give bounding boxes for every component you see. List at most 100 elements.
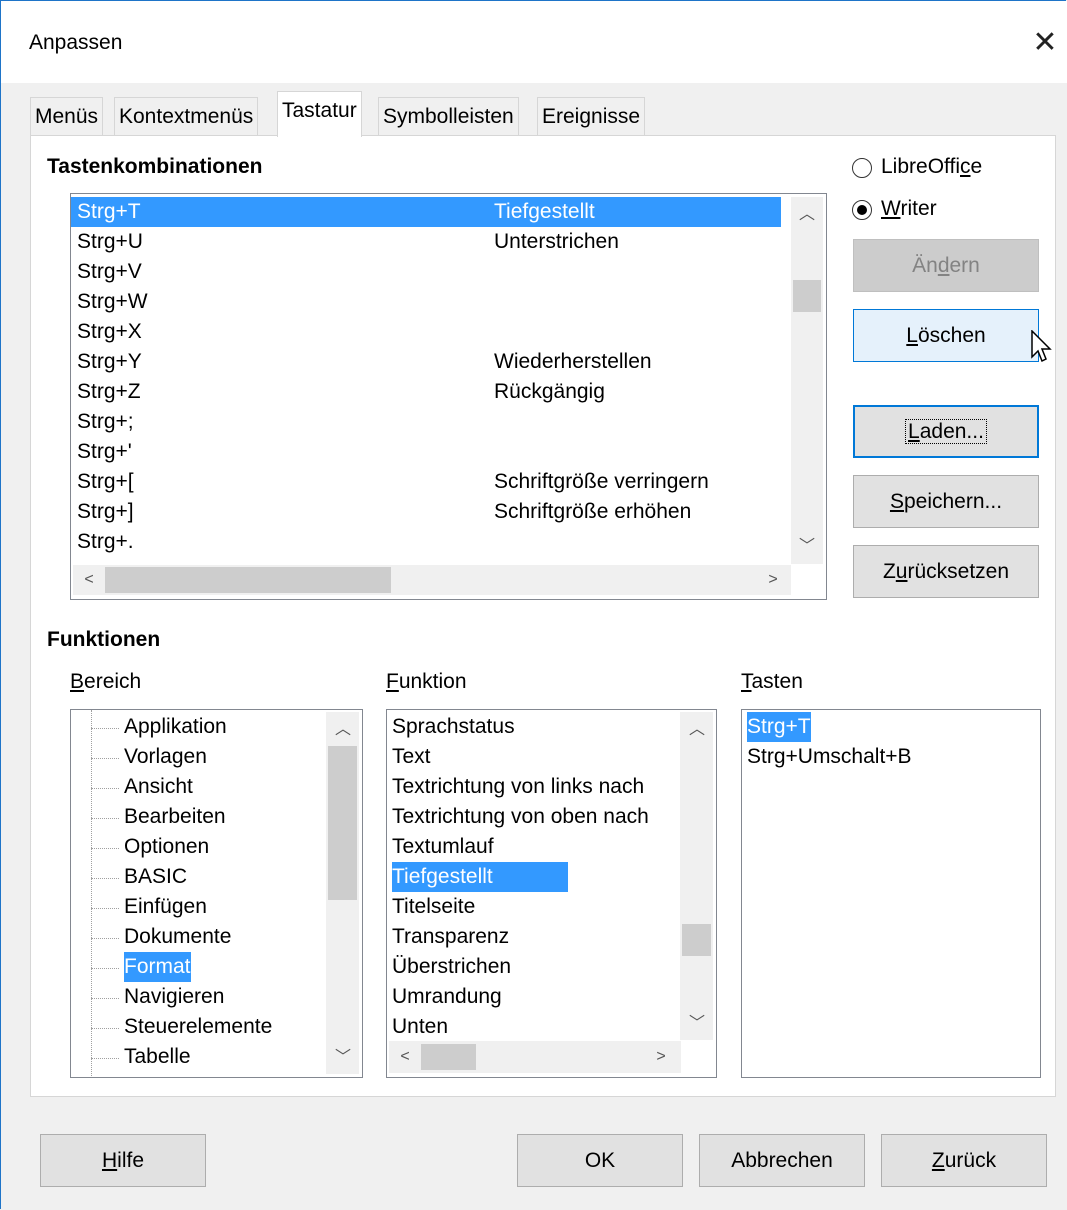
funktion-item[interactable]: Umrandung	[392, 982, 502, 1012]
funktion-item[interactable]: Unten	[392, 1012, 448, 1042]
funktion-item[interactable]: Titelseite	[392, 892, 475, 922]
shortcut-hscroll-thumb[interactable]	[105, 567, 391, 593]
abbrechen-button[interactable]: Abbrechen	[699, 1134, 865, 1187]
shortcut-row-selected[interactable]	[71, 197, 781, 227]
chevron-up-icon[interactable]: ︿	[333, 720, 353, 740]
radio-writer-label[interactable]: Writer	[881, 197, 937, 221]
mouse-cursor-icon	[1031, 330, 1052, 363]
tree-connector	[91, 788, 119, 789]
funktion-item[interactable]: Sprachstatus	[392, 712, 515, 742]
laden-button[interactable]: Laden...	[853, 405, 1039, 458]
bereich-item[interactable]: Optionen	[124, 832, 209, 862]
tasten-item[interactable]: Strg+Umschalt+B	[747, 742, 912, 772]
bereich-item[interactable]: Vorlagen	[124, 742, 207, 772]
shortcut-key[interactable]: Strg+'	[77, 437, 132, 467]
shortcut-function[interactable]: Rückgängig	[494, 377, 605, 407]
funktion-item[interactable]: Transparenz	[392, 922, 509, 952]
radio-writer[interactable]	[852, 200, 872, 220]
shortcut-function[interactable]: Wiederherstellen	[494, 347, 652, 377]
shortcut-function[interactable]: Schriftgröße erhöhen	[494, 497, 691, 527]
shortcut-key[interactable]: Strg+.	[77, 527, 134, 557]
tab-menues[interactable]: Menüs	[30, 97, 104, 136]
chevron-down-icon[interactable]: ﹀	[333, 1048, 353, 1068]
funktion-label: Funktion	[386, 670, 467, 693]
close-icon[interactable]: ✕	[1029, 25, 1061, 61]
tab-kontextmenues[interactable]: Kontextmenüs	[114, 97, 259, 136]
funktion-item[interactable]: Textumlauf	[392, 832, 494, 862]
chevron-left-icon[interactable]: <	[395, 1047, 415, 1067]
zuruecksetzen-button[interactable]: Zurücksetzen	[853, 545, 1039, 598]
shortcut-key[interactable]: Strg+Z	[77, 377, 141, 407]
hilfe-button[interactable]: Hilfe	[40, 1134, 206, 1187]
bereich-label: Bereich	[70, 670, 142, 693]
radio-libreoffice[interactable]	[852, 158, 872, 178]
aendern-button[interactable]: Ändern	[853, 239, 1039, 292]
shortcut-hscroll[interactable]: < >	[73, 565, 791, 595]
chevron-down-icon[interactable]: ﹀	[687, 1014, 707, 1034]
chevron-right-icon[interactable]: >	[763, 570, 783, 590]
funktion-list[interactable]: Sprachstatus Text Textrichtung von links n…	[386, 709, 717, 1078]
bereich-item[interactable]: Steuerelemente	[124, 1012, 272, 1042]
bereich-vscroll-thumb[interactable]	[328, 746, 357, 900]
bereich-tree[interactable]: Applikation Vorlagen Ansicht Bearbeiten Opti…	[70, 709, 363, 1078]
shortcut-function[interactable]: Unterstrichen	[494, 227, 619, 257]
shortcut-key[interactable]: Strg+[	[77, 467, 134, 497]
shortcut-list[interactable]: Strg+T Tiefgestellt Strg+U Unterstrichen Str…	[70, 193, 827, 600]
shortcut-vscroll-thumb[interactable]	[793, 280, 821, 312]
tree-connector	[91, 848, 119, 849]
chevron-up-icon[interactable]: ︿	[687, 720, 707, 740]
loeschen-button[interactable]: Löschen	[853, 309, 1039, 362]
window-title: Anpassen	[29, 31, 123, 54]
ok-button[interactable]: OK	[517, 1134, 683, 1187]
chevron-up-icon[interactable]: ︿	[797, 205, 817, 225]
funktion-hscroll-thumb[interactable]	[421, 1044, 476, 1070]
bereich-vscroll[interactable]: ︿ ﹀	[326, 712, 359, 1074]
funktion-item[interactable]: Überstrichen	[392, 952, 511, 982]
funktion-item[interactable]: Text	[392, 742, 431, 772]
chevron-left-icon[interactable]: <	[79, 570, 99, 590]
tasten-list[interactable]: Strg+T Strg+Umschalt+B	[741, 709, 1041, 1078]
bereich-item[interactable]: Einfügen	[124, 892, 207, 922]
bereich-item[interactable]: Applikation	[124, 712, 227, 742]
bereich-item[interactable]: Tabelle	[124, 1042, 191, 1072]
tree-connector	[91, 758, 119, 759]
bereich-item[interactable]: Navigieren	[124, 982, 224, 1012]
bereich-item[interactable]: BASIC	[124, 862, 187, 892]
tree-connector	[91, 998, 119, 999]
tab-ereignisse[interactable]: Ereignisse	[537, 97, 646, 136]
funktion-item[interactable]: Textrichtung von oben nach	[392, 802, 649, 832]
tab-symbolleisten[interactable]: Symbolleisten	[378, 97, 519, 136]
shortcut-key[interactable]: Strg+V	[77, 257, 142, 287]
zurueck-button[interactable]: Zurück	[881, 1134, 1047, 1187]
funktion-item[interactable]: Tiefgestellt	[392, 862, 568, 892]
bereich-item[interactable]: Dokumente	[124, 922, 231, 952]
chevron-down-icon[interactable]: ﹀	[797, 537, 817, 557]
chevron-right-icon[interactable]: >	[651, 1047, 671, 1067]
shortcut-key[interactable]: Strg+]	[77, 497, 134, 527]
tree-connector	[91, 878, 119, 879]
shortcut-key[interactable]: Strg+T	[77, 197, 141, 227]
shortcut-key[interactable]: Strg+U	[77, 227, 143, 257]
funktion-hscroll[interactable]: < >	[389, 1041, 681, 1073]
funktion-item[interactable]: Textrichtung von links nach	[392, 772, 644, 802]
shortcut-key[interactable]: Strg+W	[77, 287, 148, 317]
tab-tastatur[interactable]: Tastatur	[277, 91, 362, 137]
tasten-item[interactable]: Strg+T	[747, 712, 811, 742]
radio-libreoffice-label[interactable]: LibreOffice	[881, 155, 982, 179]
bereich-item[interactable]: Bearbeiten	[124, 802, 226, 832]
tree-connector	[91, 1058, 119, 1059]
funktion-vscroll[interactable]: ︿ ﹀	[680, 712, 713, 1040]
shortcut-function[interactable]: Schriftgröße verringern	[494, 467, 709, 497]
tree-connector	[91, 728, 119, 729]
shortcut-key[interactable]: Strg+X	[77, 317, 142, 347]
shortcut-key[interactable]: Strg+;	[77, 407, 134, 437]
shortcut-function[interactable]: Tiefgestellt	[494, 197, 595, 227]
funktion-vscroll-thumb[interactable]	[682, 924, 711, 956]
shortcut-vscroll[interactable]: ︿ ﹀	[791, 197, 823, 564]
speichern-button[interactable]: Speichern...	[853, 475, 1039, 528]
shortcut-key[interactable]: Strg+Y	[77, 347, 142, 377]
tasten-label: Tasten	[741, 670, 803, 693]
bereich-item[interactable]: Format	[124, 952, 191, 982]
title-bar[interactable]: Anpassen ✕	[1, 1, 1067, 83]
bereich-item[interactable]: Ansicht	[124, 772, 193, 802]
